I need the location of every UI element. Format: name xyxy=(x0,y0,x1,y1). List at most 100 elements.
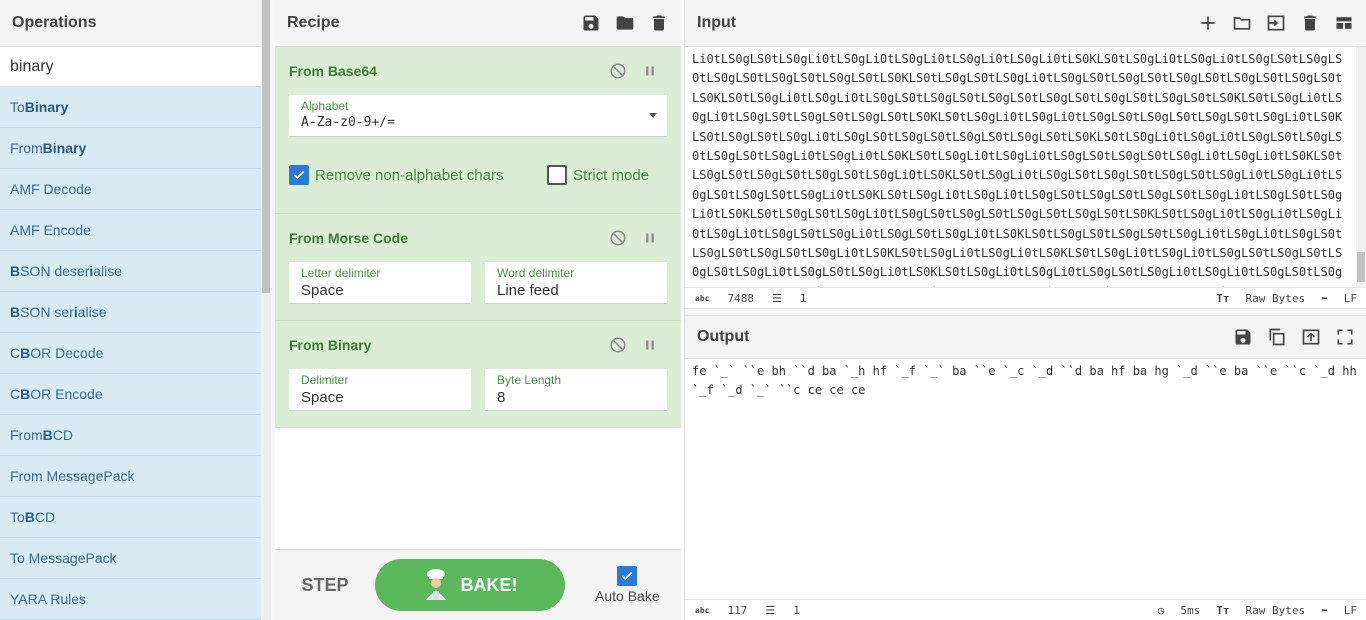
pause-icon[interactable] xyxy=(641,229,659,247)
word-delimiter-value: Line feed xyxy=(497,282,559,299)
char-count-icon: abc xyxy=(695,293,710,303)
operation-item[interactable]: YARA Rules xyxy=(0,579,261,620)
input-scrollbar-thumb[interactable] xyxy=(1357,252,1365,282)
output-status-bar: abc 117 ☰ 1 ◷ 5ms Tт Raw Bytes ⬅ LF xyxy=(685,599,1366,620)
remove-non-alphabet-checkbox[interactable]: Remove non-alphabet chars xyxy=(289,165,503,185)
input-encoding[interactable]: Raw Bytes xyxy=(1246,292,1306,305)
maximize-icon[interactable] xyxy=(1335,327,1355,347)
operations-scrollbar[interactable] xyxy=(261,0,271,620)
output-status-left: abc 117 ☰ 1 xyxy=(695,604,800,617)
disable-icon[interactable] xyxy=(609,62,627,80)
output-textarea[interactable]: fe `_` ``e bh ``d ba `_h hf `_f `_` ba `… xyxy=(685,359,1366,599)
text-encoding-icon[interactable]: Tт xyxy=(1216,604,1229,617)
eol-icon[interactable]: ⬅ xyxy=(1321,292,1328,305)
output-line-count: 1 xyxy=(793,603,800,617)
operation-item[interactable]: From MessagePack xyxy=(0,456,261,497)
input-status-left: abc 7488 ☰ 1 xyxy=(695,292,806,305)
remove-non-alphabet-label: Remove non-alphabet chars xyxy=(315,166,504,184)
alphabet-select[interactable]: Alphabet A-Za-z0-9+/= xyxy=(289,95,667,137)
word-delimiter-label: Word delimiter xyxy=(497,266,575,280)
input-header-icons xyxy=(1198,13,1354,33)
input-header: Input xyxy=(685,0,1366,47)
strict-mode-label: Strict mode xyxy=(573,166,649,184)
operation-item-text: C xyxy=(10,345,21,361)
open-folder-icon[interactable] xyxy=(1232,13,1252,33)
operation-item-text: OR Encode xyxy=(30,386,103,402)
plus-icon[interactable] xyxy=(1198,13,1218,33)
operation-item[interactable]: AMF Decode xyxy=(0,169,261,210)
operation-item-match: B xyxy=(10,263,21,279)
operation-item-match: Binary xyxy=(24,99,69,115)
char-count-icon: abc xyxy=(695,605,710,615)
byte-length-input[interactable]: Byte Length 8 xyxy=(485,369,667,411)
alphabet-value: A-Za-z0-9+/= xyxy=(301,115,395,130)
base64-checks: Remove non-alphabet chars Strict mode xyxy=(289,137,667,213)
operation-item[interactable]: B SON deser i alise xyxy=(0,251,261,292)
operation-item-text: OR Decode xyxy=(30,345,104,361)
binary-fields: Delimiter Space Byte Length 8 xyxy=(289,369,667,411)
input-eol[interactable]: LF xyxy=(1344,292,1357,305)
operations-search-input[interactable]: binary xyxy=(0,47,261,87)
clock-icon: ◷ xyxy=(1157,603,1165,617)
operation-item[interactable]: C B OR Decode xyxy=(0,333,261,374)
bake-button[interactable]: BAKE! xyxy=(375,559,565,611)
operation-item[interactable]: From B CD xyxy=(0,415,261,456)
auto-bake-label: Auto Bake xyxy=(595,588,660,604)
import-icon[interactable] xyxy=(1266,13,1286,33)
operation-item-text: To xyxy=(10,99,25,115)
op-controls xyxy=(609,62,659,80)
operation-item-text: AMF Encode xyxy=(10,222,91,238)
output-eol[interactable]: LF xyxy=(1344,604,1357,617)
copy-icon[interactable] xyxy=(1267,327,1287,347)
operations-scrollbar-thumb[interactable] xyxy=(262,0,270,293)
letter-delimiter-select[interactable]: Letter delimiter Space xyxy=(289,262,471,304)
folder-icon[interactable] xyxy=(615,13,635,33)
pause-icon[interactable] xyxy=(641,62,659,80)
input-scrollbar[interactable] xyxy=(1356,47,1366,287)
replace-input-icon[interactable] xyxy=(1301,327,1321,347)
text-encoding-icon[interactable]: Tт xyxy=(1216,292,1229,305)
output-encoding[interactable]: Raw Bytes xyxy=(1246,604,1306,617)
operation-item[interactable]: C B OR Encode xyxy=(0,374,261,415)
lines-icon: ☰ xyxy=(771,291,782,305)
io-divider[interactable] xyxy=(685,308,1366,316)
letter-delimiter-label: Letter delimiter xyxy=(301,266,381,280)
operation-item[interactable]: B SON ser i alise xyxy=(0,292,261,333)
operation-item-text: To xyxy=(10,509,25,525)
strict-mode-checkbox[interactable]: Strict mode xyxy=(547,165,649,185)
operation-item-text: CD xyxy=(52,427,74,443)
eol-icon[interactable]: ⬅ xyxy=(1321,604,1328,617)
output-header: Output xyxy=(685,316,1366,359)
save-icon[interactable] xyxy=(1233,327,1253,347)
operation-item[interactable]: To MessagePack xyxy=(0,538,261,579)
operation-item[interactable]: From Binary xyxy=(0,128,261,169)
recipe-panel: Recipe From Base64 Alphabet A-Za-z0-9+/= xyxy=(275,0,681,620)
auto-bake-checkbox[interactable]: Auto Bake xyxy=(595,566,660,604)
trash-icon[interactable] xyxy=(1300,13,1320,33)
save-icon[interactable] xyxy=(581,13,601,33)
disable-icon[interactable] xyxy=(609,229,627,247)
recipe-op-from-morse-code[interactable]: From Morse Code Letter delimiter Space W… xyxy=(275,214,681,321)
operation-item-text: SON ser xyxy=(20,304,74,320)
step-button[interactable]: STEP xyxy=(275,575,375,596)
delimiter-select[interactable]: Delimiter Space xyxy=(289,369,471,411)
operation-item[interactable]: To B CD xyxy=(0,497,261,538)
recipe-op-from-base64[interactable]: From Base64 Alphabet A-Za-z0-9+/= Remove… xyxy=(275,47,681,214)
checkbox-checked-icon xyxy=(617,566,638,586)
operation-item-match: B xyxy=(10,304,21,320)
bake-label: BAKE! xyxy=(460,574,518,595)
word-delimiter-select[interactable]: Word delimiter Line feed xyxy=(485,262,667,304)
operation-item[interactable]: To Binary xyxy=(0,87,261,128)
pause-icon[interactable] xyxy=(641,336,659,354)
recipe-op-from-binary[interactable]: From Binary Delimiter Space Byte Length … xyxy=(275,321,681,428)
input-textarea[interactable]: Li0tLS0gLS0tLS0gLi0tLS0gLi0tLS0gLi0tLS0g… xyxy=(685,47,1357,287)
operation-item[interactable]: AMF Encode xyxy=(0,210,261,251)
operations-list: To Binary From Binary AMF Decode AMF Encode… xyxy=(0,87,261,620)
operation-item-text: SON deser xyxy=(20,263,90,279)
trash-icon[interactable] xyxy=(649,13,669,33)
morse-fields: Letter delimiter Space Word delimiter Li… xyxy=(289,262,667,304)
layout-icon[interactable] xyxy=(1334,13,1354,33)
input-status-bar: abc 7488 ☰ 1 Tт Raw Bytes ⬅ LF xyxy=(685,287,1366,308)
operation-item-match: B xyxy=(20,386,31,402)
disable-icon[interactable] xyxy=(609,336,627,354)
